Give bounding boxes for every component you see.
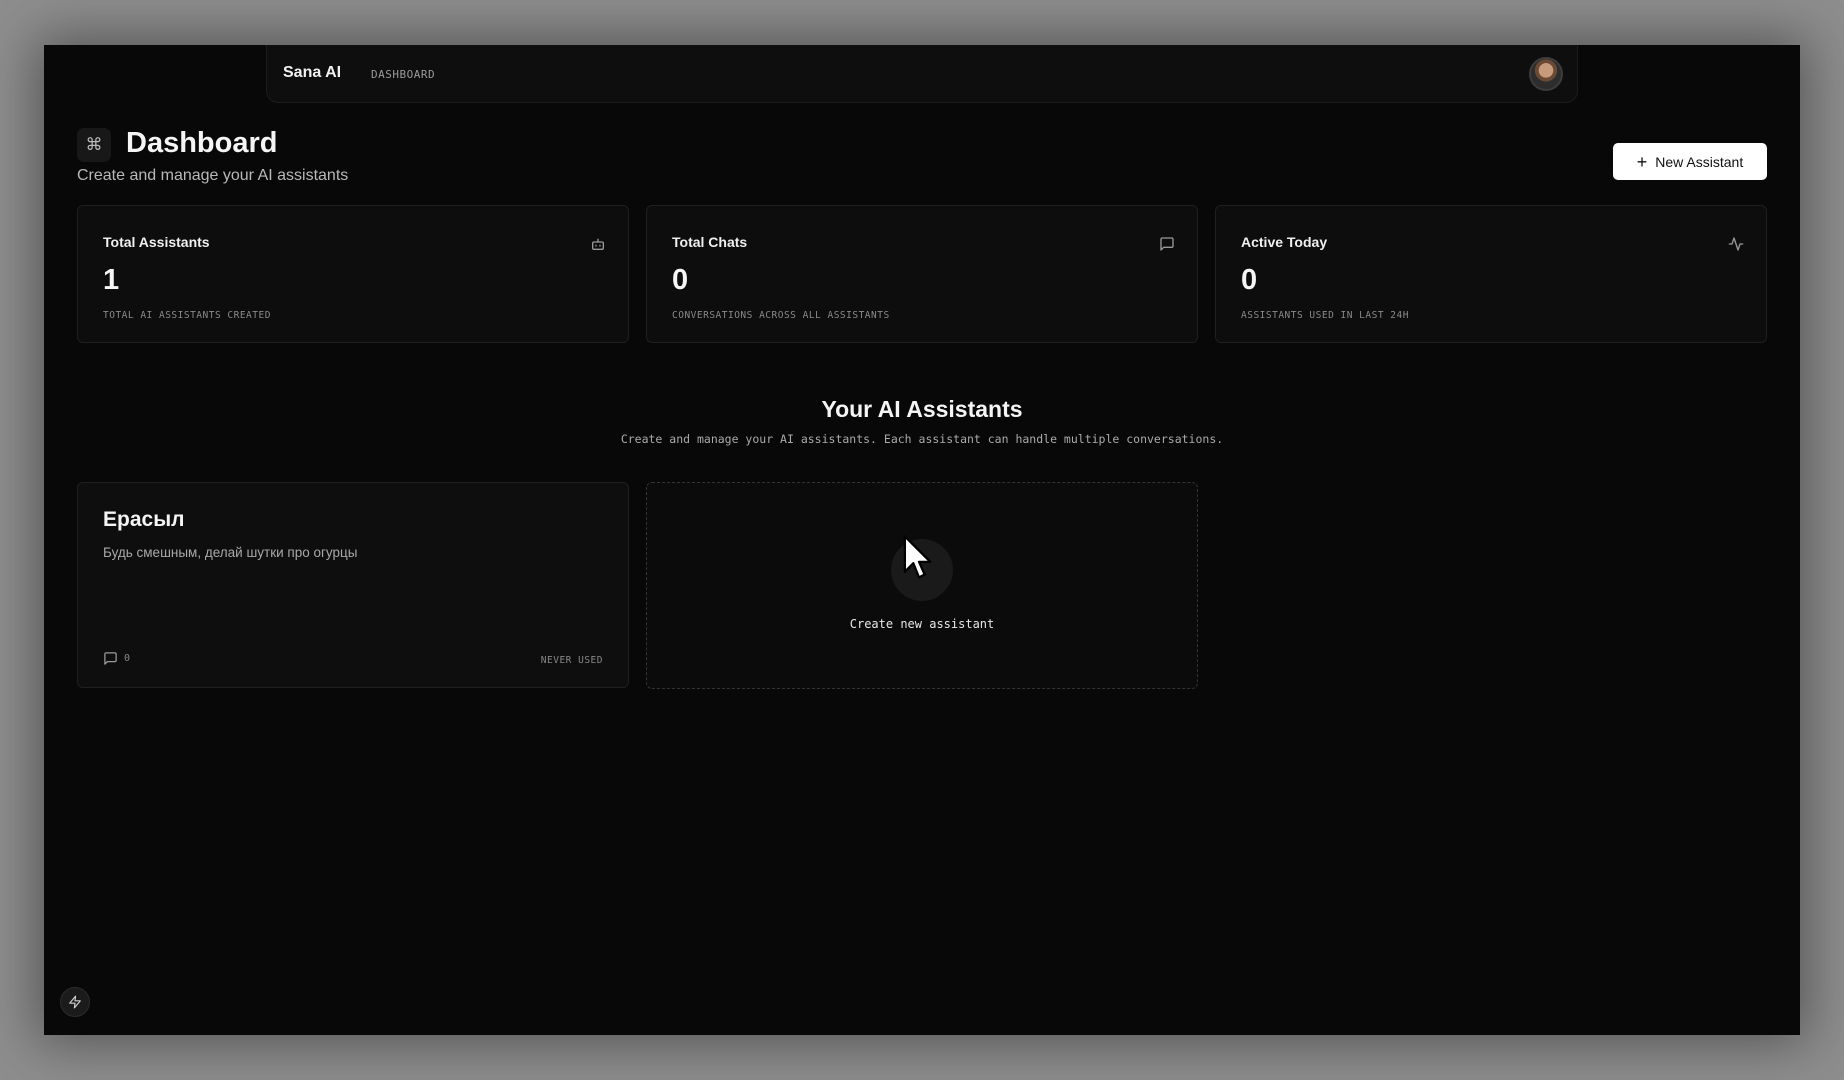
create-assistant-label: Create new assistant — [849, 617, 995, 631]
stat-title: Active Today — [1241, 234, 1328, 250]
app-window: Sana AI DASHBOARD ⌘ Dashboard Create and… — [44, 45, 1800, 1035]
stat-description: CONVERSATIONS ACROSS ALL ASSISTANTS — [672, 310, 890, 321]
chat-count-value: 0 — [124, 653, 131, 664]
bolt-icon — [69, 995, 81, 1009]
message-square-icon — [1160, 237, 1174, 251]
mouse-cursor-icon — [903, 535, 932, 579]
stat-title: Total Chats — [672, 234, 748, 250]
page-subtitle: Create and manage your AI assistants — [77, 167, 349, 184]
assistant-description: Будь смешным, делай шутки про огурцы — [103, 545, 358, 560]
section-subtitle: Create and manage your AI assistants. Ea… — [620, 432, 1224, 446]
assistant-chat-count: 0 — [103, 651, 130, 666]
command-icon: ⌘ — [77, 128, 111, 162]
stat-value: 0 — [1241, 264, 1258, 296]
stat-card-active-today: Active Today 0 ASSISTANTS USED IN LAST 2… — [1215, 205, 1767, 343]
breadcrumb-dashboard[interactable]: DASHBOARD — [371, 68, 435, 81]
page-title: Dashboard — [126, 127, 278, 159]
user-avatar[interactable] — [1529, 57, 1563, 91]
activity-icon — [1728, 237, 1744, 251]
bot-icon — [592, 238, 604, 250]
stat-description: ASSISTANTS USED IN LAST 24H — [1241, 310, 1409, 321]
message-square-icon — [104, 652, 117, 665]
new-assistant-button[interactable]: + New Assistant — [1613, 143, 1767, 180]
assistant-name: Ерасыл — [103, 508, 185, 531]
new-assistant-label: New Assistant — [1655, 153, 1744, 170]
assistant-last-used: NEVER USED — [540, 655, 603, 666]
plus-icon: + — [1636, 151, 1648, 172]
stat-title: Total Assistants — [103, 234, 210, 250]
assistant-card[interactable]: Ерасыл Будь смешным, делай шутки про огу… — [77, 482, 629, 688]
brand-name[interactable]: Sana AI — [283, 64, 341, 82]
stat-value: 1 — [103, 264, 120, 296]
bolt-button[interactable] — [60, 987, 90, 1017]
create-assistant-card[interactable]: Create new assistant — [646, 482, 1198, 689]
stat-description: TOTAL AI ASSISTANTS CREATED — [103, 310, 271, 321]
stat-card-total-chats: Total Chats 0 CONVERSATIONS ACROSS ALL A… — [646, 205, 1198, 343]
stat-value: 0 — [672, 264, 689, 296]
section-title: Your AI Assistants — [821, 396, 1023, 422]
stat-card-total-assistants: Total Assistants 1 TOTAL AI ASSISTANTS C… — [77, 205, 629, 343]
top-navbar: Sana AI DASHBOARD — [266, 45, 1578, 103]
